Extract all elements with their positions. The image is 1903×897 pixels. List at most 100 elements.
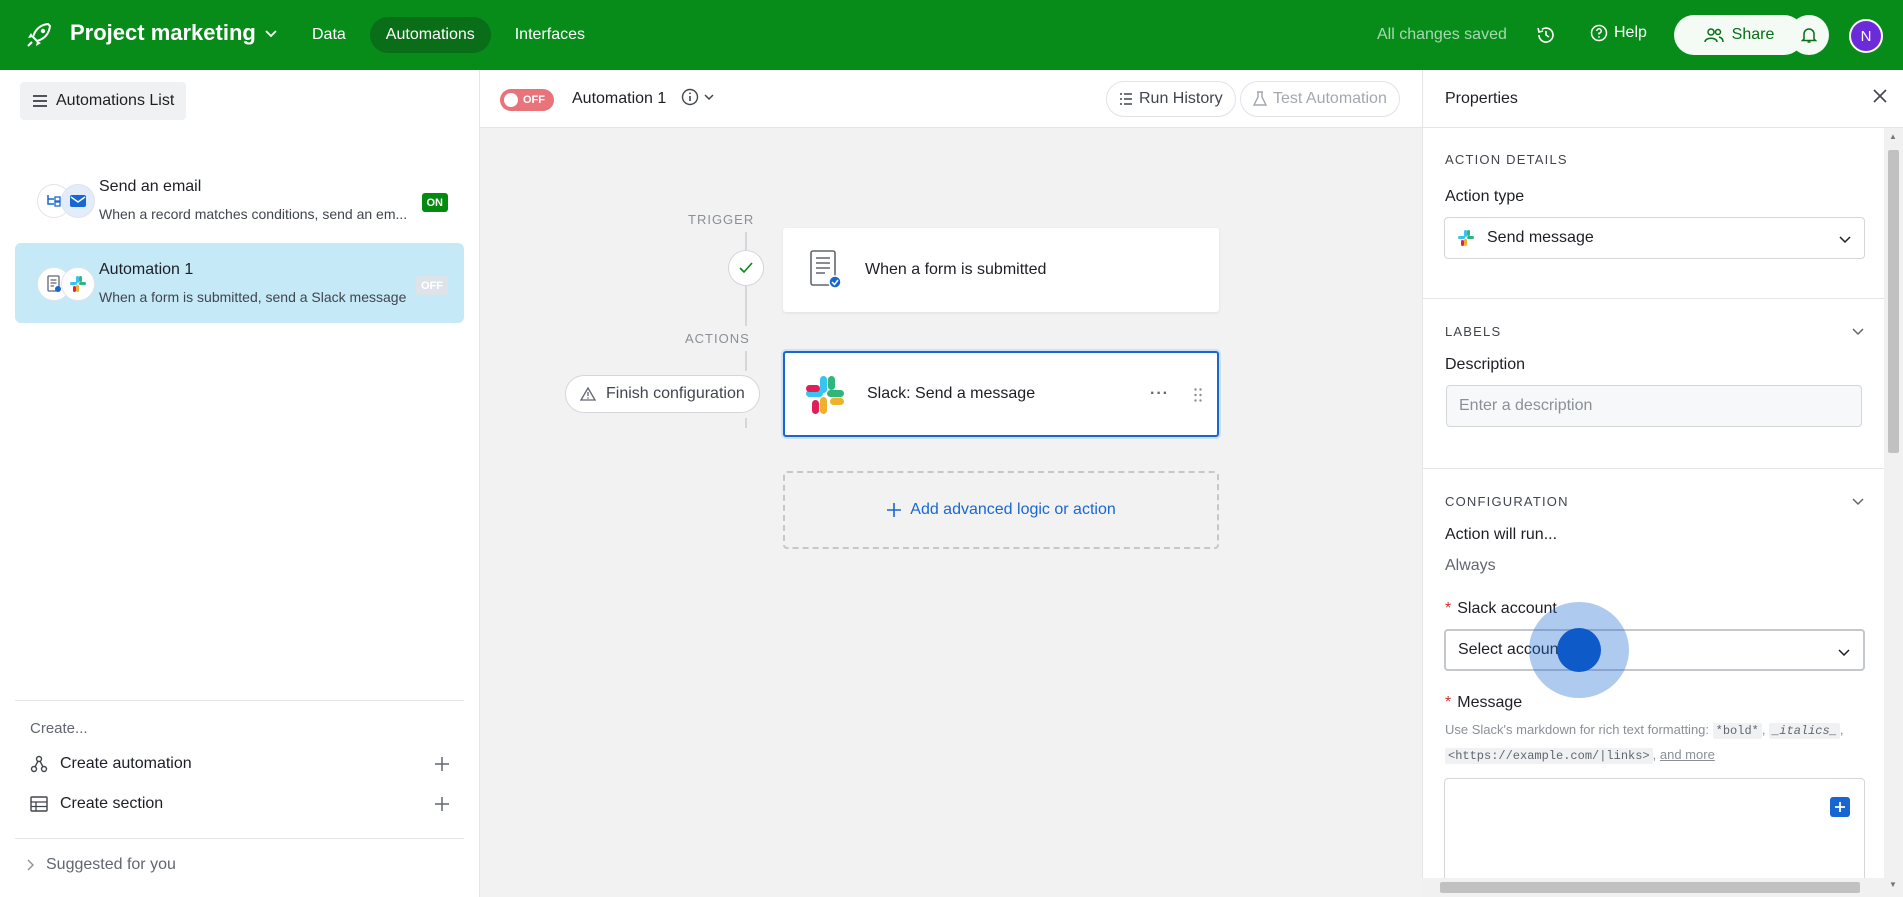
trigger-card[interactable]: When a form is submitted [783,228,1219,312]
automation-icons [25,267,95,301]
connector-line [745,418,747,428]
properties-scrollbar[interactable]: ▲ ▼ [1884,128,1903,897]
finish-configuration-button[interactable]: Finish configuration [565,375,760,413]
slack-account-label: * Slack account [1445,600,1557,618]
nav-automations[interactable]: Automations [369,17,491,53]
automations-list-button[interactable]: Automations List [20,82,187,120]
sidebar-divider [15,838,464,839]
action-run-condition: Always [1445,557,1496,574]
and-more-link[interactable]: and more [1660,747,1715,762]
nav-interfaces[interactable]: Interfaces [499,17,601,53]
action-type-select[interactable]: Send message [1444,217,1865,259]
message-label-text: Message [1457,694,1523,711]
message-label: * Message [1445,694,1522,712]
properties-body: ACTION DETAILS Action type Send message … [1423,128,1885,883]
plus-icon [1835,802,1845,812]
connector-line [745,351,747,371]
automations-list-label: Automations List [56,92,175,109]
sidebar-divider [15,700,464,701]
message-editor[interactable] [1444,778,1865,883]
chevron-down-icon [704,94,714,101]
run-history-button[interactable]: Run History [1106,81,1236,117]
hint-link: <https://example.com/|links> [1445,748,1653,764]
email-icon [61,184,95,218]
slack-account-select[interactable]: Select account [1444,629,1865,671]
action-type-value: Send message [1487,229,1594,246]
share-button[interactable]: Share [1674,15,1804,55]
action-card-slack[interactable]: Slack: Send a message ··· [783,351,1219,437]
hscroll-thumb[interactable] [1440,882,1860,893]
info-icon [681,88,699,106]
slack-account-value: Select account [1458,641,1563,658]
automation-item-automation-1[interactable]: Automation 1 When a form is submitted, s… [15,243,464,323]
slack-icon [61,267,95,301]
create-automation-row[interactable]: Create automation [30,748,450,780]
create-section-label: Create section [60,795,164,812]
automation-toggle[interactable]: OFF [500,89,554,111]
create-section-row[interactable]: Create section [30,788,450,820]
add-logic-label: Add advanced logic or action [910,501,1116,518]
trigger-check [728,250,764,286]
flask-icon [1253,91,1267,106]
chevron-down-icon[interactable] [1851,494,1865,508]
insert-field-button[interactable] [1830,797,1850,817]
trigger-label: TRIGGER [688,212,755,227]
chevron-down-icon [265,30,277,38]
labels-heading: LABELS [1445,324,1502,339]
description-input[interactable] [1446,385,1862,427]
trigger-card-title: When a form is submitted [865,261,1047,278]
automation-desc: When a form is submitted, send a Slack m… [99,289,407,305]
notifications-button[interactable] [1789,15,1829,55]
scroll-down-arrow[interactable]: ▼ [1889,880,1897,889]
table-icon [30,796,48,812]
scrollbar-thumb[interactable] [1888,150,1899,453]
connector-line [745,232,747,250]
users-icon [1703,28,1724,43]
automation-icons [25,184,95,218]
test-automation-button[interactable]: Test Automation [1240,81,1400,117]
action-card-title: Slack: Send a message [867,385,1036,402]
action-will-run-label: Action will run... [1445,526,1558,543]
automation-name: Automation 1 [99,261,194,278]
add-logic-button[interactable]: Add advanced logic or action [783,471,1219,549]
connector-line [745,286,747,326]
check-icon [739,262,753,274]
properties-header: Properties [1423,70,1903,128]
hint-prefix: Use Slack's markdown for rich text forma… [1445,722,1710,737]
drag-handle-icon[interactable] [1193,387,1203,403]
plus-icon[interactable] [434,756,450,772]
slack-icon [1458,230,1474,246]
chevron-down-icon[interactable] [1851,324,1865,338]
more-options-icon[interactable]: ··· [1150,385,1169,403]
automation-item-send-email[interactable]: Send an email When a record matches cond… [15,160,464,240]
form-submitted-icon [810,250,842,289]
actions-label: ACTIONS [685,331,750,346]
warning-icon [580,387,596,401]
info-dropdown[interactable] [681,88,715,106]
chevron-down-icon [1839,236,1851,244]
slack-account-label-text: Slack account [1457,600,1557,617]
close-icon[interactable] [1872,88,1888,104]
create-automation-label: Create automation [60,755,192,772]
help-label: Help [1614,24,1647,41]
message-hint: Use Slack's markdown for rich text forma… [1445,722,1844,764]
list-icon [1120,93,1132,105]
action-details-heading: ACTION DETAILS [1445,152,1568,167]
project-title[interactable]: Project marketing [70,20,278,46]
hint-italics: _italics_ [1769,723,1840,739]
avatar[interactable]: N [1849,19,1883,53]
plus-icon[interactable] [434,796,450,812]
help-icon [1590,24,1608,42]
horizontal-scrollbar[interactable] [1422,878,1884,897]
history-icon[interactable] [1535,24,1557,46]
help-button[interactable]: Help [1590,24,1647,42]
toggle-knob [504,93,518,107]
rocket-icon[interactable] [24,20,54,50]
suggested-for-you[interactable]: Suggested for you [26,856,176,874]
scroll-up-arrow[interactable]: ▲ [1889,132,1897,141]
nav-data[interactable]: Data [296,17,362,53]
automation-title[interactable]: Automation 1 [572,90,666,108]
run-history-label: Run History [1139,90,1223,107]
main-nav: Data Automations Interfaces [296,17,601,53]
hamburger-icon [33,95,47,107]
